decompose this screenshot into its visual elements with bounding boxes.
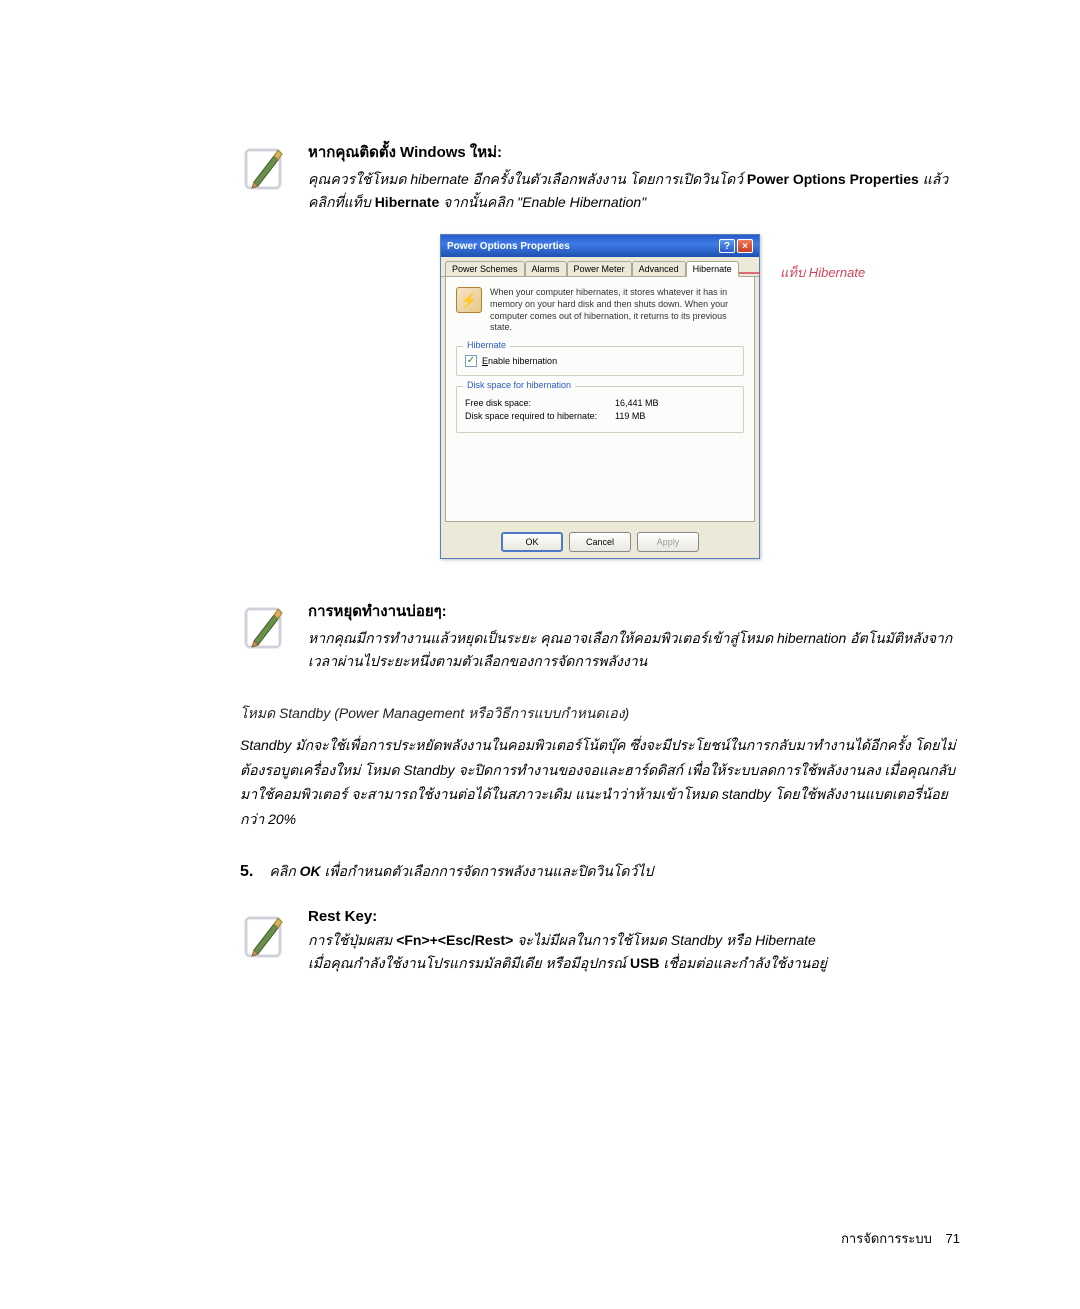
dialog-title: Power Options Properties (447, 241, 570, 252)
note-body: คุณควรใช้โหมด hibernate อีกครั้งในตัวเลื… (308, 168, 960, 214)
pen-note-icon (240, 142, 288, 194)
free-disk-space-row: Free disk space:16,441 MB (465, 398, 735, 408)
tab-row: Power Schemes Alarms Power Meter Advance… (441, 257, 759, 277)
footer-section: การจัดการระบบ (841, 1231, 932, 1246)
standby-body: Standby มักจะใช้เพื่อการประหยัดพลังงานใน… (240, 733, 960, 831)
tab-advanced[interactable]: Advanced (632, 261, 686, 276)
note-body: การใช้ปุ่มผสม <Fn>+<Esc/Rest> จะไม่มีผลใ… (308, 929, 960, 975)
page-footer: การจัดการระบบ 71 (841, 1228, 960, 1249)
note-title: การหยุดทำงานบ่อยๆ: (308, 599, 960, 623)
note-title: Rest Key: (308, 908, 960, 925)
ok-button[interactable]: OK (501, 532, 563, 552)
step-5: 5. คลิก OK เพื่อกำหนดตัวเลือกการจัดการพล… (240, 859, 960, 884)
pen-note-icon (240, 601, 288, 653)
dialog-titlebar: Power Options Properties ? × (441, 235, 759, 257)
step-number: 5. (240, 863, 253, 881)
apply-button[interactable]: Apply (637, 532, 699, 552)
help-icon[interactable]: ? (719, 239, 735, 253)
tab-power-schemes[interactable]: Power Schemes (445, 261, 525, 276)
note-rest-key: Rest Key: การใช้ปุ่มผสม <Fn>+<Esc/Rest> … (240, 908, 960, 975)
note-title: หากคุณติดตั้ง Windows ใหม่: (308, 140, 960, 164)
power-info-icon: ⚡ (456, 287, 482, 313)
cancel-button[interactable]: Cancel (569, 532, 631, 552)
tab-hibernate[interactable]: Hibernate (686, 261, 739, 277)
dialog-screenshot-wrap: Power Options Properties ? × Power Schem… (240, 234, 960, 559)
note-body: หากคุณมีการทำงานแล้วหยุดเป็นระยะ คุณอาจเ… (308, 627, 960, 673)
note-install-windows: หากคุณติดตั้ง Windows ใหม่: คุณควรใช้โหม… (240, 140, 960, 214)
tab-alarms[interactable]: Alarms (525, 261, 567, 276)
group-diskspace-title: Disk space for hibernation (463, 380, 575, 390)
page-number: 71 (946, 1231, 960, 1246)
enable-hibernation-checkbox[interactable]: ✓ (465, 355, 477, 367)
note-frequent-stops: การหยุดทำงานบ่อยๆ: หากคุณมีการทำงานแล้วห… (240, 599, 960, 673)
tab-power-meter[interactable]: Power Meter (567, 261, 632, 276)
hibernate-info-text: When your computer hibernates, it stores… (490, 287, 744, 334)
pen-note-icon (240, 910, 288, 962)
group-hibernate-title: Hibernate (463, 340, 510, 350)
power-options-dialog: Power Options Properties ? × Power Schem… (440, 234, 760, 559)
callout-tab-hibernate-label: แท็บ Hibernate (780, 262, 865, 283)
standby-heading: โหมด Standby (Power Management หรือวิธีก… (240, 703, 960, 725)
enable-hibernation-label: Enable hibernation (482, 356, 557, 366)
required-disk-space-row: Disk space required to hibernate:119 MB (465, 411, 735, 421)
close-icon[interactable]: × (737, 239, 753, 253)
